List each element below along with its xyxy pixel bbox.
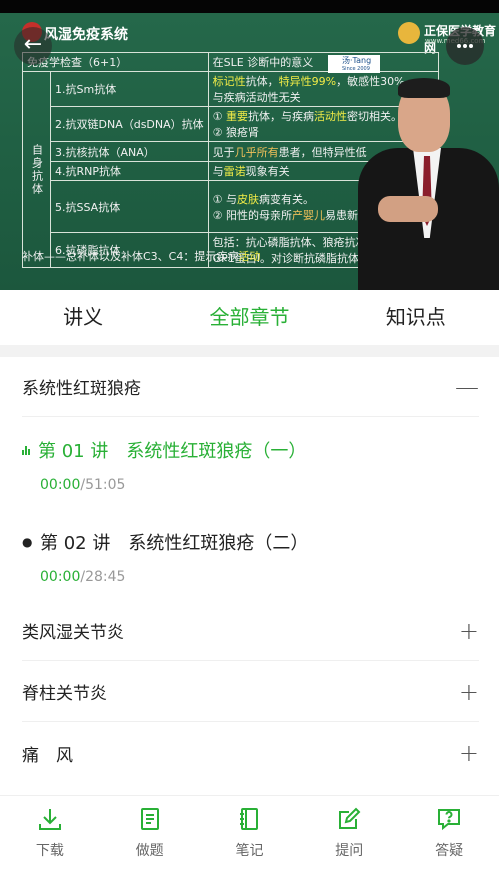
more-button[interactable] [446, 27, 484, 65]
chapter-header-ra[interactable]: 类风湿关节炎 + [22, 601, 479, 661]
brand-logo-icon [398, 22, 420, 44]
exercise-icon [140, 808, 159, 830]
video-player[interactable]: 风湿免疫系统 正保医学教育网 www.med66.com 免疫学检查（6+1） … [0, 0, 499, 290]
chapter-header-spa[interactable]: 脊柱关节炎 + [22, 662, 479, 722]
ask-button[interactable]: 提问 [299, 796, 399, 873]
more-dots-icon [457, 44, 461, 48]
exercise-button[interactable]: 做题 [100, 796, 200, 873]
lesson-progress: 00:00/28:45 [40, 569, 126, 585]
status-strip [0, 0, 499, 13]
chapter-title: 类风湿关节炎 [22, 623, 124, 643]
expand-icon[interactable]: + [459, 617, 479, 645]
qa-button[interactable]: 答疑 [399, 796, 499, 873]
tab-knowledge-points[interactable]: 知识点 [333, 290, 499, 345]
slide-row-name: 2.抗双链DNA（dsDNA）抗体 [50, 106, 209, 142]
tab-all-chapters[interactable]: 全部章节 [166, 290, 332, 345]
expand-icon[interactable]: + [459, 678, 479, 706]
tab-handout[interactable]: 讲义 [0, 290, 166, 345]
download-button[interactable]: 下载 [0, 796, 100, 873]
back-button[interactable]: ← [14, 27, 52, 65]
slide-title: 风湿免疫系统 [44, 27, 128, 43]
chapter-title: 痛 风 [22, 745, 73, 766]
content-tabs: 讲义 全部章节 知识点 [0, 290, 499, 345]
collapse-icon[interactable]: — [455, 373, 479, 401]
slide-header-left: 免疫学检查（6+1） [22, 52, 209, 72]
lesson-title: 第 02 讲 系统性红斑狼疮（二） [40, 533, 309, 554]
chapter-title: 系统性红斑狼疮 [22, 379, 141, 399]
expand-icon[interactable]: + [459, 739, 479, 767]
chapter-header-gout[interactable]: 痛 风 + [22, 723, 479, 783]
notes-button[interactable]: 笔记 [200, 796, 300, 873]
slide-footer: 补体——总补体以及补体C3、C4：提示疾病活动 [22, 250, 261, 263]
presenter-figure [358, 66, 499, 290]
ask-icon [339, 807, 361, 829]
chapter-header-sle[interactable]: 系统性红斑狼疮 — [22, 357, 479, 417]
lesson-progress: 00:00/51:05 [40, 477, 126, 493]
arrow-left-icon: ← [23, 32, 43, 57]
section-divider [0, 345, 499, 357]
qa-icon [438, 809, 461, 831]
chapter-title: 脊柱关节炎 [22, 684, 107, 704]
bottom-toolbar: 下载 做题 笔记 提问 答疑 [0, 795, 499, 873]
download-icon [38, 809, 61, 830]
notes-icon [240, 808, 259, 830]
lesson-item-02[interactable]: ● 第 02 讲 系统性红斑狼疮（二） 00:00/28:45 [22, 529, 479, 585]
slide-row-name: 5.抗SSA抗体 [50, 180, 209, 233]
slide-row-name: 1.抗Sm抗体 [50, 71, 209, 107]
bullet-icon: ● [22, 535, 33, 549]
slide-row-name: 4.抗RNP抗体 [50, 161, 209, 181]
lesson-item-01[interactable]: 第 01 讲 系统性红斑狼疮（一） 00:00/51:05 [22, 437, 479, 493]
lesson-title: 第 01 讲 系统性红斑狼疮（一） [38, 441, 307, 462]
slide-row-name: 3.抗核抗体（ANA） [50, 141, 209, 162]
playing-icon [22, 445, 30, 455]
slide-group-label: 自身抗体 [22, 71, 51, 268]
